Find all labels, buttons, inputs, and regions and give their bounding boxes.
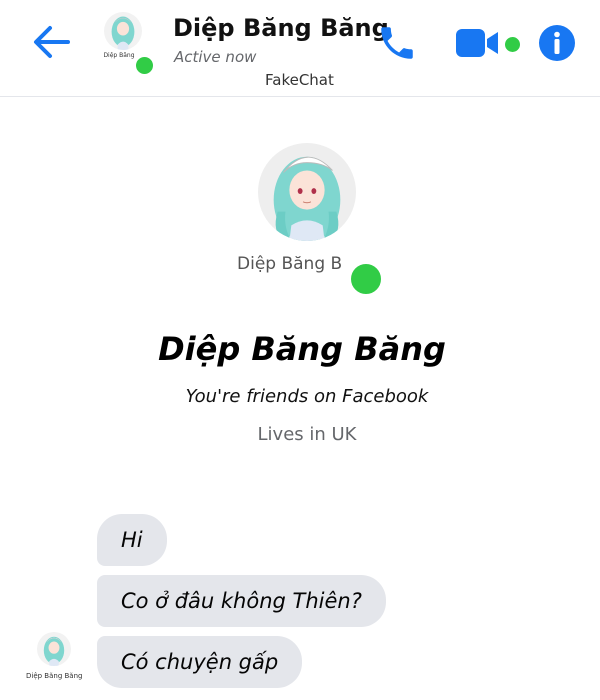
online-indicator <box>134 55 155 76</box>
friends-status: You're friends on Facebook <box>185 386 429 407</box>
message-bubble[interactable]: Co ở đâu không Thiên? <box>97 575 386 627</box>
profile-caption: Diệp Băng B <box>237 254 343 274</box>
video-call-button[interactable] <box>455 26 499 60</box>
back-button[interactable] <box>30 22 74 62</box>
phone-icon <box>381 27 413 59</box>
avatar <box>104 12 142 50</box>
call-button[interactable] <box>376 22 418 64</box>
info-button[interactable] <box>538 24 576 62</box>
back-arrow-icon <box>34 26 70 58</box>
avatar-caption: Diệp Băng Băng <box>26 672 83 680</box>
profile-picture[interactable] <box>258 143 356 241</box>
video-online-indicator <box>503 35 522 54</box>
active-status: Active now <box>174 48 257 66</box>
message-sender-avatar[interactable]: Diệp Băng Băng <box>26 632 82 690</box>
video-camera-icon <box>456 29 498 57</box>
profile-online-indicator <box>348 261 384 297</box>
chat-header: Diệp Băng Diệp Băng Băng Active now Fake… <box>0 0 600 97</box>
message-bubble[interactable]: Hi <box>97 514 167 566</box>
app-watermark: FakeChat <box>265 71 334 89</box>
chat-screen: Diệp Băng Diệp Băng Băng Active now Fake… <box>0 0 600 700</box>
contact-name[interactable]: Diệp Băng Băng <box>173 14 389 42</box>
profile-location: Lives in UK <box>257 424 357 445</box>
profile-name: Diệp Băng Băng <box>158 330 446 368</box>
avatar <box>37 632 71 666</box>
message-bubble[interactable]: Có chuyện gấp <box>97 636 303 688</box>
avatar-caption: Diệp Băng <box>103 52 135 59</box>
info-icon <box>539 25 575 61</box>
header-avatar[interactable]: Diệp Băng <box>100 12 155 76</box>
